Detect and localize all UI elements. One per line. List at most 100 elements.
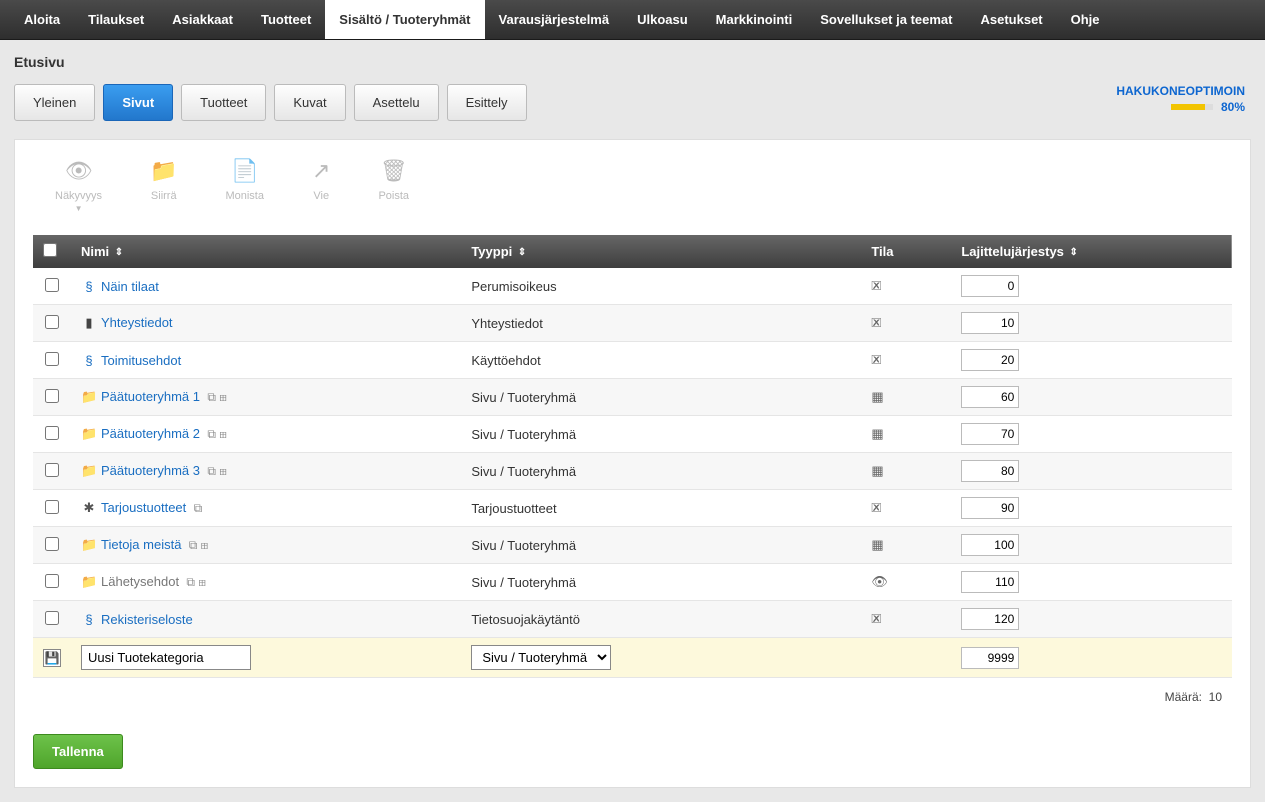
- new-name-input[interactable]: [81, 645, 251, 670]
- pages-table: Nimi ⇕ Tyyppi ⇕ Tila Lajittelujärjestys …: [33, 235, 1232, 678]
- row-name-link[interactable]: Näin tilaat: [101, 279, 159, 294]
- row-checkbox[interactable]: [45, 315, 59, 329]
- sort-order-input[interactable]: [961, 608, 1019, 630]
- status-icon[interactable]: 🗷: [871, 352, 881, 367]
- row-checkbox[interactable]: [45, 352, 59, 366]
- row-type-icon: 📁: [81, 389, 97, 405]
- nav-item-1[interactable]: Tilaukset: [74, 0, 158, 39]
- row-name-link[interactable]: Yhteystiedot: [101, 315, 173, 330]
- row-extra-icons[interactable]: ⧉: [190, 501, 202, 515]
- subtab-3[interactable]: Kuvat: [274, 84, 345, 121]
- seo-widget[interactable]: HAKUKONEOPTIMOIN 80%: [1116, 84, 1251, 114]
- sort-order-input[interactable]: [961, 534, 1019, 556]
- status-icon[interactable]: 🗷: [871, 611, 881, 626]
- row-name-link[interactable]: Päätuoteryhmä 2: [101, 426, 200, 441]
- sort-order-input[interactable]: [961, 571, 1019, 593]
- save-button[interactable]: Tallenna: [33, 734, 123, 769]
- sort-order-input[interactable]: [961, 349, 1019, 371]
- row-extra-icons[interactable]: ⧉ ⊞: [183, 575, 206, 589]
- status-icon[interactable]: ▦: [871, 463, 883, 478]
- nav-item-5[interactable]: Varausjärjestelmä: [485, 0, 624, 39]
- row-type: Sivu / Tuoteryhmä: [461, 564, 861, 601]
- row-type-icon: 📁: [81, 463, 97, 479]
- row-extra-icons[interactable]: ⧉ ⊞: [204, 427, 227, 441]
- table-row: 📁 Tietoja meistä ⧉ ⊞ Sivu / Tuoteryhmä ▦: [33, 527, 1232, 564]
- nav-item-7[interactable]: Markkinointi: [702, 0, 807, 39]
- nav-item-0[interactable]: Aloita: [10, 0, 74, 39]
- status-icon[interactable]: 👁: [871, 574, 888, 589]
- row-checkbox[interactable]: [45, 500, 59, 514]
- nav-item-10[interactable]: Ohje: [1057, 0, 1114, 39]
- status-icon[interactable]: ▦: [871, 389, 883, 404]
- tool-näkyvyys[interactable]: 👁Näkyvyys▼: [55, 158, 102, 213]
- row-extra-icons[interactable]: ⧉ ⊞: [204, 464, 227, 478]
- new-row: 💾 Sivu / Tuoteryhmä: [33, 638, 1232, 678]
- status-icon[interactable]: ▦: [871, 537, 883, 552]
- table-row: §Näin tilaatPerumisoikeus🗷: [33, 268, 1232, 305]
- nav-item-3[interactable]: Tuotteet: [247, 0, 325, 39]
- tool-siirrä[interactable]: 📁Siirrä: [150, 158, 177, 213]
- row-type-icon: 📁: [81, 537, 97, 553]
- header-type[interactable]: Tyyppi ⇕: [461, 235, 861, 268]
- row-extra-icons[interactable]: ⧉ ⊞: [185, 538, 208, 552]
- nav-item-8[interactable]: Sovellukset ja teemat: [806, 0, 966, 39]
- row-checkbox[interactable]: [45, 574, 59, 588]
- table-row: 📁Päätuoteryhmä 2 ⧉ ⊞Sivu / Tuoteryhmä▦: [33, 416, 1232, 453]
- tool-vie[interactable]: ↗Vie: [312, 158, 330, 213]
- row-name-link[interactable]: Lähetysehdot: [101, 574, 179, 589]
- select-all-checkbox[interactable]: [43, 243, 57, 257]
- subtab-2[interactable]: Tuotteet: [181, 84, 266, 121]
- sort-order-input[interactable]: [961, 312, 1019, 334]
- row-type: Perumisoikeus: [461, 268, 861, 305]
- sort-order-input[interactable]: [961, 275, 1019, 297]
- row-name-link[interactable]: Päätuoteryhmä 3: [101, 463, 200, 478]
- nav-item-4[interactable]: Sisältö / Tuoteryhmät: [325, 0, 484, 39]
- new-sort-input[interactable]: [961, 647, 1019, 669]
- row-extra-icons[interactable]: ⧉ ⊞: [204, 390, 227, 404]
- seo-label: HAKUKONEOPTIMOIN: [1116, 84, 1245, 98]
- row-name-link[interactable]: Tarjoustuotteet: [101, 500, 186, 515]
- table-row: §RekisteriselosteTietosuojakäytäntö🗷: [33, 601, 1232, 638]
- subtab-1[interactable]: Sivut: [103, 84, 173, 121]
- row-name-link[interactable]: Päätuoteryhmä 1: [101, 389, 200, 404]
- row-name-link[interactable]: Tietoja meistä: [101, 537, 181, 552]
- header-name[interactable]: Nimi ⇕: [71, 235, 461, 268]
- page-title: Etusivu: [14, 54, 1251, 70]
- row-checkbox[interactable]: [45, 463, 59, 477]
- status-icon[interactable]: 🗷: [871, 315, 881, 330]
- tool-icon: 👁: [65, 158, 93, 184]
- row-checkbox[interactable]: [45, 426, 59, 440]
- subtab-0[interactable]: Yleinen: [14, 84, 95, 121]
- tool-monista[interactable]: 📄Monista: [225, 158, 264, 213]
- row-checkbox[interactable]: [45, 537, 59, 551]
- sort-order-input[interactable]: [961, 460, 1019, 482]
- nav-item-9[interactable]: Asetukset: [966, 0, 1056, 39]
- top-nav: AloitaTilauksetAsiakkaatTuotteetSisältö …: [0, 0, 1265, 40]
- nav-item-6[interactable]: Ulkoasu: [623, 0, 702, 39]
- status-icon[interactable]: 🗷: [871, 500, 881, 515]
- row-type-icon: ▮: [81, 315, 97, 331]
- row-checkbox[interactable]: [45, 389, 59, 403]
- save-row-icon[interactable]: 💾: [43, 649, 61, 667]
- nav-item-2[interactable]: Asiakkaat: [158, 0, 247, 39]
- sort-icon: ⇕: [518, 247, 526, 258]
- row-name-link[interactable]: Rekisteriseloste: [101, 612, 193, 627]
- subtab-5[interactable]: Esittely: [447, 84, 527, 121]
- seo-bar: [1171, 104, 1213, 110]
- row-checkbox[interactable]: [45, 278, 59, 292]
- page-area: Etusivu YleinenSivutTuotteetKuvatAsettel…: [0, 40, 1265, 802]
- new-type-select[interactable]: Sivu / Tuoteryhmä: [471, 645, 611, 670]
- header-sort[interactable]: Lajittelujärjestys ⇕: [951, 235, 1232, 268]
- sort-order-input[interactable]: [961, 386, 1019, 408]
- sort-order-input[interactable]: [961, 497, 1019, 519]
- tool-poista[interactable]: 🗑Poista: [378, 158, 409, 213]
- sort-order-input[interactable]: [961, 423, 1019, 445]
- row-type: Sivu / Tuoteryhmä: [461, 527, 861, 564]
- status-icon[interactable]: ▦: [871, 426, 883, 441]
- subtabs: YleinenSivutTuotteetKuvatAsetteluEsittel…: [14, 84, 527, 121]
- row-name-link[interactable]: Toimitusehdot: [101, 353, 181, 368]
- status-icon[interactable]: 🗷: [871, 278, 881, 293]
- row-type: Tarjoustuotteet: [461, 490, 861, 527]
- row-checkbox[interactable]: [45, 611, 59, 625]
- subtab-4[interactable]: Asettelu: [354, 84, 439, 121]
